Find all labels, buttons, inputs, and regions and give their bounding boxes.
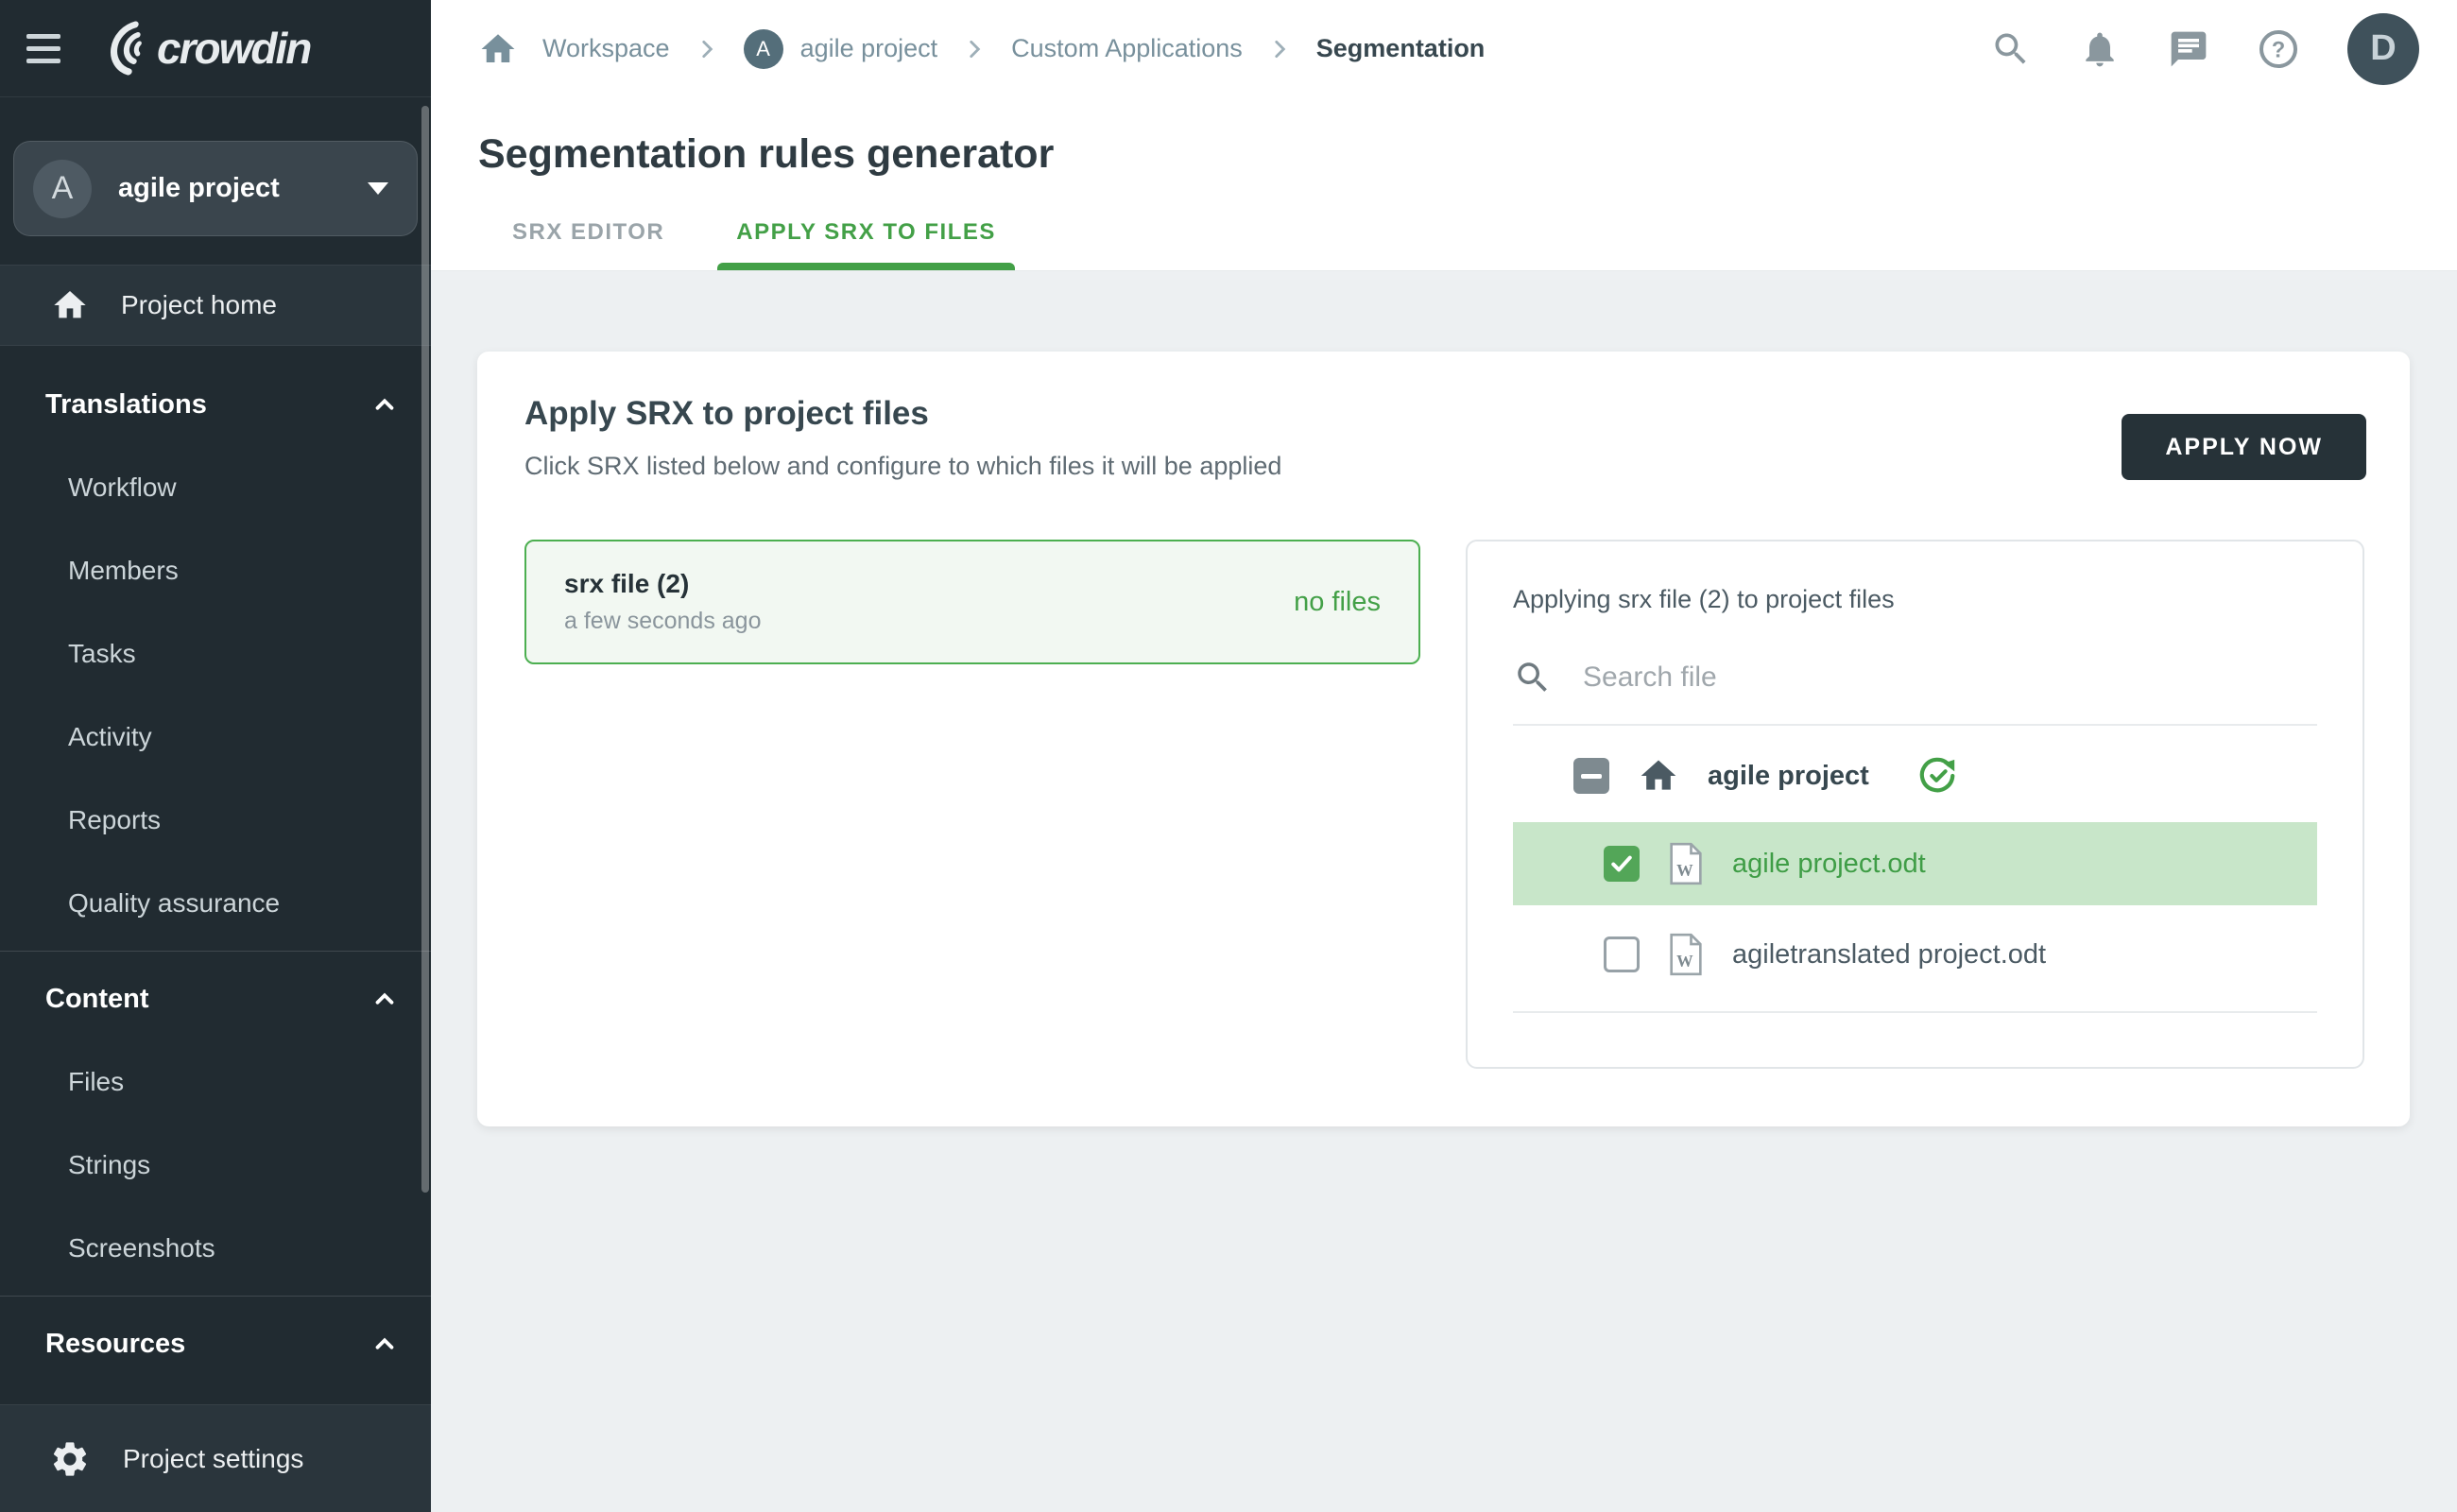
srx-file-status-badge: no files xyxy=(1294,587,1381,618)
crowdin-logo-mark xyxy=(89,19,149,77)
file-checkbox-unchecked[interactable] xyxy=(1604,936,1640,972)
card-top: Apply SRX to project files Click SRX lis… xyxy=(524,395,2366,481)
svg-text:W: W xyxy=(1676,861,1693,880)
home-icon[interactable] xyxy=(478,29,518,69)
sidebar-item-reports[interactable]: Reports xyxy=(0,779,431,862)
word-document-icon: W xyxy=(1668,933,1704,976)
topbar-actions: ? D xyxy=(1990,13,2419,85)
caret-down-icon xyxy=(368,182,388,195)
tree-file-row[interactable]: W agiletranslated project.odt xyxy=(1513,913,2317,996)
sidebar-divider xyxy=(0,951,431,952)
chevron-up-icon xyxy=(370,390,399,419)
sidebar-section-resources[interactable]: Resources xyxy=(0,1302,431,1385)
breadcrumb-project[interactable]: A agile project xyxy=(744,29,938,69)
srx-file-info: srx file (2) a few seconds ago xyxy=(564,569,761,635)
sidebar-item-label: Project settings xyxy=(123,1444,303,1474)
apply-now-button[interactable]: APPLY NOW xyxy=(2122,414,2366,480)
chat-icon[interactable] xyxy=(2168,28,2209,70)
sidebar: crowdin A agile project Project home Tra… xyxy=(0,0,431,1512)
crowdin-logo-text: crowdin xyxy=(157,23,310,74)
sidebar-item-files[interactable]: Files xyxy=(0,1040,431,1124)
sidebar-item-project-settings[interactable]: Project settings xyxy=(0,1404,431,1512)
breadcrumb-project-label: agile project xyxy=(800,34,938,63)
root-checkbox-indeterminate[interactable] xyxy=(1573,758,1609,794)
page-title: Segmentation rules generator xyxy=(478,131,2457,178)
crowdin-logo[interactable]: crowdin xyxy=(89,19,310,77)
tree-root-row[interactable]: agile project xyxy=(1513,735,2317,816)
breadcrumb-segmentation: Segmentation xyxy=(1316,34,1486,63)
sidebar-item-workflow[interactable]: Workflow xyxy=(0,446,431,529)
project-mini-avatar: A xyxy=(744,29,783,69)
home-icon xyxy=(51,286,89,324)
project-selector[interactable]: A agile project xyxy=(13,141,418,236)
sidebar-logo-row: crowdin xyxy=(0,0,431,97)
sidebar-section-translations[interactable]: Translations xyxy=(0,363,431,446)
chevron-up-icon xyxy=(370,985,399,1013)
srx-file-name: srx file (2) xyxy=(564,569,761,599)
panel-title: Applying srx file (2) to project files xyxy=(1513,585,2317,614)
file-checkbox-checked[interactable] xyxy=(1604,846,1640,882)
project-name: agile project xyxy=(118,173,341,204)
word-document-icon: W xyxy=(1668,842,1704,885)
bell-icon[interactable] xyxy=(2079,28,2121,70)
srx-file-item[interactable]: srx file (2) a few seconds ago no files xyxy=(524,540,1420,664)
gear-icon xyxy=(49,1438,91,1480)
card-body: srx file (2) a few seconds ago no files … xyxy=(524,540,2366,1069)
chevron-up-icon xyxy=(370,1330,399,1358)
app-window: crowdin A agile project Project home Tra… xyxy=(0,0,2457,1512)
breadcrumb-custom-applications[interactable]: Custom Applications xyxy=(1011,34,1243,63)
help-icon[interactable]: ? xyxy=(2257,27,2300,71)
sidebar-divider xyxy=(0,1296,431,1297)
tabs: SRX EDITOR APPLY SRX TO FILES xyxy=(507,219,2457,270)
search-file-input[interactable] xyxy=(1581,661,2317,695)
tree-file-row-selected[interactable]: W agile project.odt xyxy=(1513,822,2317,905)
section-label: Resources xyxy=(45,1329,185,1360)
file-name[interactable]: agile project.odt xyxy=(1732,849,1926,880)
sidebar-item-tasks[interactable]: Tasks xyxy=(0,612,431,696)
breadcrumb: Workspace A agile project Custom Applica… xyxy=(478,29,1485,69)
sidebar-nav: Translations Workflow Members Tasks Acti… xyxy=(0,346,431,1404)
sidebar-item-members[interactable]: Members xyxy=(0,529,431,612)
sidebar-item-strings[interactable]: Strings xyxy=(0,1124,431,1207)
sidebar-scrollbar[interactable] xyxy=(421,106,429,1193)
project-avatar: A xyxy=(33,160,92,218)
sidebar-item-label: Project home xyxy=(121,290,277,320)
chevron-right-icon xyxy=(1267,37,1292,61)
sidebar-item-quality-assurance[interactable]: Quality assurance xyxy=(0,862,431,945)
card-heading-block: Apply SRX to project files Click SRX lis… xyxy=(524,395,1281,481)
section-label: Translations xyxy=(45,389,207,421)
topbar: Workspace A agile project Custom Applica… xyxy=(431,0,2457,97)
srx-file-timestamp: a few seconds ago xyxy=(564,608,761,635)
search-icon[interactable] xyxy=(1990,28,2032,70)
panel-divider xyxy=(1513,724,2317,726)
sidebar-item-screenshots[interactable]: Screenshots xyxy=(0,1207,431,1290)
home-icon xyxy=(1638,755,1679,797)
hamburger-menu-icon[interactable] xyxy=(26,34,60,63)
page-header: Segmentation rules generator SRX EDITOR … xyxy=(431,97,2457,271)
user-avatar[interactable]: D xyxy=(2347,13,2419,85)
content-area: Apply SRX to project files Click SRX lis… xyxy=(431,271,2457,1512)
sidebar-item-activity[interactable]: Activity xyxy=(0,696,431,779)
main-area: Workspace A agile project Custom Applica… xyxy=(431,0,2457,1512)
card-subheading: Click SRX listed below and configure to … xyxy=(524,452,1281,481)
tab-apply-srx-to-files[interactable]: APPLY SRX TO FILES xyxy=(730,219,1002,270)
chevron-right-icon xyxy=(962,37,987,61)
svg-text:W: W xyxy=(1676,952,1693,971)
search-icon xyxy=(1513,658,1553,697)
file-search-row xyxy=(1513,658,2317,724)
file-apply-panel: Applying srx file (2) to project files a… xyxy=(1466,540,2364,1069)
sync-check-icon xyxy=(1918,756,1958,796)
breadcrumb-workspace[interactable]: Workspace xyxy=(542,34,670,63)
chevron-right-icon xyxy=(695,37,719,61)
section-label: Content xyxy=(45,984,149,1015)
sidebar-section-content[interactable]: Content xyxy=(0,957,431,1040)
sidebar-item-project-home[interactable]: Project home xyxy=(0,265,431,346)
file-name[interactable]: agiletranslated project.odt xyxy=(1732,939,2046,971)
tab-srx-editor[interactable]: SRX EDITOR xyxy=(507,219,670,270)
apply-srx-card: Apply SRX to project files Click SRX lis… xyxy=(477,352,2410,1126)
panel-divider xyxy=(1513,1011,2317,1013)
svg-text:?: ? xyxy=(2272,37,2286,62)
tree-root-name: agile project xyxy=(1708,761,1869,792)
card-heading: Apply SRX to project files xyxy=(524,395,1281,433)
